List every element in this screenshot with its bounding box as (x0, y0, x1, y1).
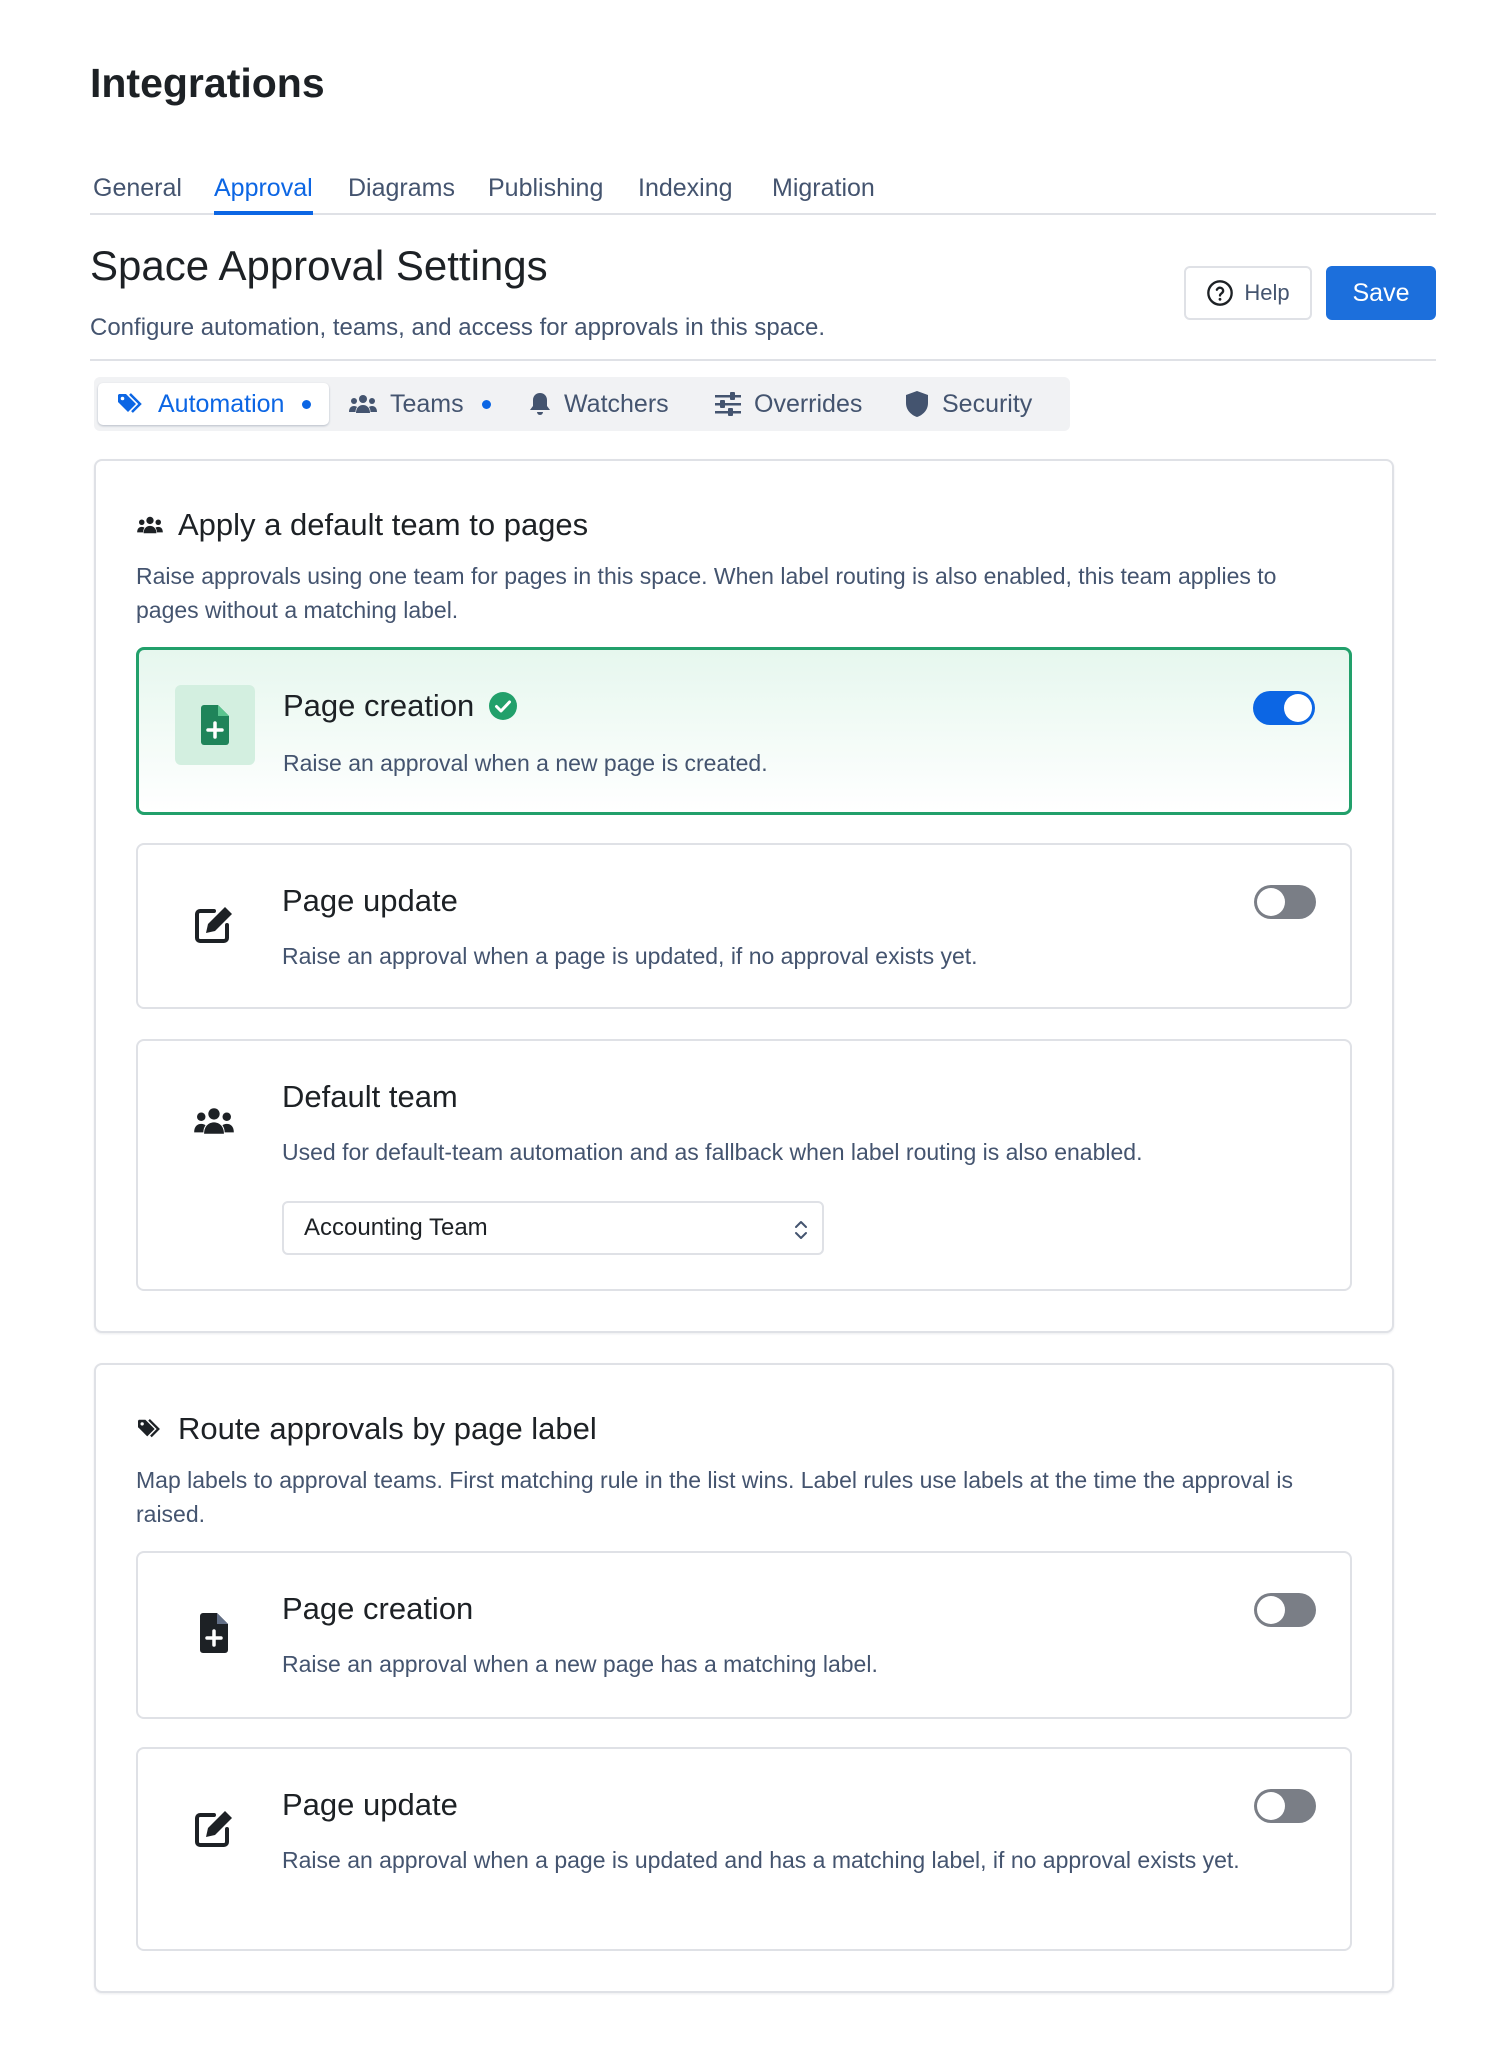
file-plus-icon (200, 1613, 228, 1653)
label-routing-heading: Route approvals by page label (136, 1411, 597, 1447)
page: Integrations General Approval Diagrams P… (0, 0, 1508, 2048)
page-update-toggle[interactable] (1254, 885, 1316, 919)
label-page-creation-card: Page creation Raise an approval when a n… (136, 1551, 1352, 1719)
toggle-knob (1257, 1792, 1285, 1820)
question-circle-icon (1207, 280, 1234, 306)
toggle-knob (1257, 1596, 1285, 1624)
tab-migration[interactable]: Migration (772, 168, 875, 215)
users-icon (349, 395, 377, 413)
subtab-overrides-label: Overrides (754, 389, 863, 418)
subtab-overrides[interactable]: Overrides (714, 383, 862, 425)
tab-general[interactable]: General (93, 168, 182, 215)
page-creation-toggle[interactable] (1253, 691, 1315, 725)
subtab-automation-label: Automation (158, 389, 285, 418)
tags-icon (138, 1418, 160, 1438)
toggle-knob (1257, 888, 1285, 916)
page-update-title: Page update (282, 883, 458, 918)
help-button[interactable]: Help (1184, 266, 1312, 320)
label-page-creation-toggle[interactable] (1254, 1593, 1316, 1627)
chevron-updown-icon (795, 1221, 807, 1239)
subtab-teams[interactable]: Teams (348, 383, 491, 425)
toggle-knob (1284, 694, 1312, 722)
tags-icon (118, 393, 142, 413)
sliders-icon (715, 392, 741, 416)
bell-icon (530, 393, 550, 415)
check-circle-icon (489, 692, 518, 720)
save-button[interactable]: Save (1326, 266, 1436, 320)
edit-icon (195, 907, 232, 943)
default-team-heading: Apply a default team to pages (136, 507, 588, 543)
label-routing-description: Map labels to approval teams. First matc… (136, 1467, 1293, 1527)
shield-icon (906, 391, 928, 417)
page-creation-title: Page creation (283, 688, 475, 723)
file-plus-icon-box (175, 685, 255, 765)
label-page-update-card: Page update Raise an approval when a pag… (136, 1747, 1352, 1951)
page-creation-card: Page creation Raise an approval when a n… (136, 647, 1352, 815)
tab-indexing[interactable]: Indexing (638, 168, 733, 215)
label-page-creation-description: Raise an approval when a new page has a … (282, 1651, 878, 1677)
page-title: Space Approval Settings (90, 242, 548, 289)
page-subtitle: Configure automation, teams, and access … (90, 314, 826, 341)
header-divider (90, 359, 1436, 361)
tab-bar: General Approval Diagrams Publishing Ind… (90, 168, 1436, 215)
team-icon-box (174, 1081, 254, 1161)
edit-icon-box (174, 885, 254, 965)
label-page-update-toggle[interactable] (1254, 1789, 1316, 1823)
users-icon (194, 1108, 234, 1134)
edit-icon-box (174, 1789, 254, 1869)
default-team-description: Raise approvals using one team for pages… (136, 563, 1277, 623)
app-title: Integrations (90, 60, 325, 106)
unsaved-dot (302, 399, 312, 409)
tab-diagrams[interactable]: Diagrams (348, 168, 455, 215)
page-update-description: Raise an approval when a page is updated… (282, 943, 978, 969)
subtab-security[interactable]: Security (904, 383, 1032, 425)
file-plus-icon-box (174, 1593, 254, 1673)
label-page-creation-title: Page creation (282, 1591, 474, 1626)
page-creation-description: Raise an approval when a new page is cre… (283, 750, 768, 776)
subtab-watchers-label: Watchers (564, 389, 669, 418)
users-icon (137, 516, 163, 534)
default-team-card: Default team Used for default-team autom… (136, 1039, 1352, 1291)
file-plus-icon (201, 705, 229, 745)
help-label: Help (1244, 280, 1290, 305)
default-team-card-description: Used for default-team automation and as … (282, 1139, 1143, 1165)
label-page-update-title: Page update (282, 1787, 458, 1822)
edit-icon (195, 1811, 232, 1847)
default-team-panel: Apply a default team to pages Raise appr… (94, 459, 1394, 1333)
default-team-title: Apply a default team to pages (178, 507, 589, 542)
label-routing-title: Route approvals by page label (178, 1411, 597, 1446)
unsaved-dot (481, 399, 491, 409)
tab-publishing[interactable]: Publishing (488, 168, 603, 215)
default-team-select-value: Accounting Team (304, 1214, 488, 1241)
label-routing-panel: Route approvals by page label Map labels… (94, 1363, 1394, 1993)
subtab-teams-label: Teams (390, 389, 464, 418)
subtab-automation[interactable]: Automation (98, 383, 330, 425)
subtab-bar: Automation Teams Watchers Overrides Secu… (94, 377, 1070, 431)
page-update-card: Page update Raise an approval when a pag… (136, 843, 1352, 1009)
tab-approval[interactable]: Approval (214, 168, 313, 215)
subtab-watchers[interactable]: Watchers (528, 383, 669, 425)
label-page-update-description: Raise an approval when a page is updated… (282, 1847, 1240, 1873)
default-team-card-title: Default team (282, 1079, 458, 1114)
subtab-security-label: Security (942, 389, 1033, 418)
default-team-select[interactable]: Accounting Team (282, 1201, 824, 1255)
page-creation-title-row: Page creation (283, 688, 518, 724)
